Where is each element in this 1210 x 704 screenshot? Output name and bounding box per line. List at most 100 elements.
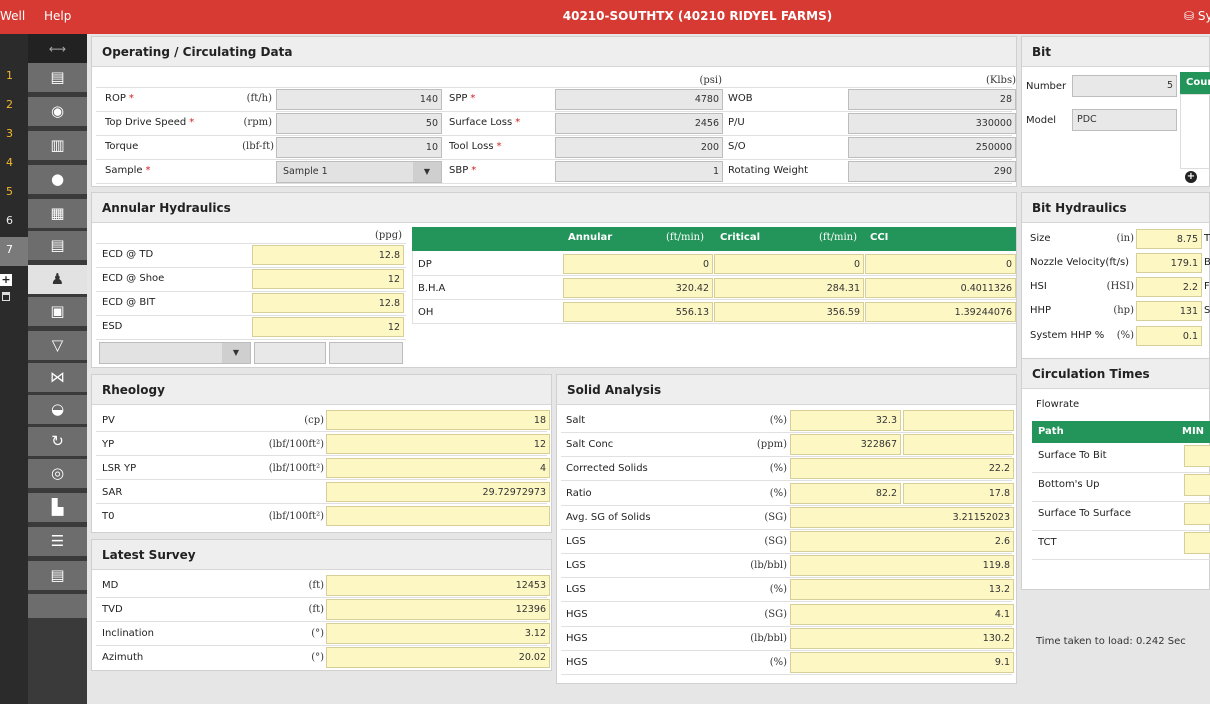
yp-input[interactable]: 12 (326, 434, 550, 454)
top-drive-speed-input[interactable]: 50 (276, 113, 442, 134)
sa-row-input[interactable]: 3.21152023 (790, 506, 1014, 528)
tct-input[interactable] (1184, 532, 1210, 554)
row-divider (96, 315, 406, 316)
rop-input[interactable]: 140 (276, 89, 442, 110)
operating-circulating-panel: Operating / Circulating Data (psi) (Klbs… (91, 36, 1017, 187)
inclination-input[interactable]: 3.12 (326, 623, 550, 644)
sar-input[interactable]: 29.72972973 (326, 482, 550, 502)
ecd-shoe-input[interactable]: 12 (252, 269, 404, 289)
step-5[interactable]: 5 (0, 179, 28, 208)
torque-input[interactable]: 10 (276, 137, 442, 158)
sa-row-label: Corrected Solids (566, 463, 648, 475)
ah-extra-input-2[interactable] (329, 342, 403, 364)
collapse-resize-icon[interactable]: ⟷ (28, 34, 87, 63)
surface-to-bit-input[interactable] (1184, 445, 1210, 467)
hydraulics-icon[interactable]: ♟ (28, 265, 87, 294)
report-icon[interactable]: ▤ (28, 231, 87, 260)
size-input[interactable]: 8.75 (1136, 229, 1202, 249)
sample-select[interactable]: Sample 1 ▼ (276, 161, 442, 183)
hsi-input[interactable]: 2.2 (1136, 277, 1202, 297)
count-tab[interactable]: Coun (1180, 72, 1210, 94)
add-circle-icon[interactable]: + (1185, 171, 1197, 183)
sa-row-input-2[interactable]: 17.8 (903, 482, 1014, 504)
sa-row-input-1[interactable]: 82.2 (790, 482, 901, 504)
form-icon[interactable]: ▤ (28, 561, 87, 590)
dp-critical[interactable]: 0 (714, 254, 864, 274)
sa-row-input[interactable]: 13.2 (790, 579, 1014, 601)
sa-row-label: HGS (566, 608, 588, 620)
tool-loss-input[interactable]: 200 (555, 137, 723, 158)
compass-icon[interactable]: ● (28, 165, 87, 194)
step-3[interactable]: 3 (0, 121, 28, 150)
bottoms-up-input[interactable] (1184, 474, 1210, 496)
tvd-input[interactable]: 12396 (326, 599, 550, 620)
clipboard-icon[interactable]: ▣ (28, 297, 87, 326)
bha-critical[interactable]: 284.31 (714, 278, 864, 298)
sa-row-input[interactable]: 130.2 (790, 627, 1014, 649)
nozzle-velocity-input[interactable]: 179.1 (1136, 253, 1202, 273)
list-icon[interactable]: ☰ (28, 527, 87, 556)
spp-input[interactable]: 4780 (555, 89, 723, 110)
sa-row-input-1[interactable]: 322867 (790, 434, 901, 456)
oh-critical[interactable]: 356.59 (714, 302, 864, 322)
ecd-td-input[interactable]: 12.8 (252, 245, 404, 265)
critical-unit: (ft/min) (819, 232, 858, 243)
bha-annular[interactable]: 320.42 (563, 278, 713, 298)
bar-chart-icon[interactable]: ▙ (28, 493, 87, 522)
rotating-weight-input[interactable]: 290 (848, 161, 1016, 182)
drill-bit-icon[interactable]: ◉ (28, 97, 87, 126)
sa-row-input-1[interactable]: 32.3 (790, 410, 901, 431)
surface-to-surface-input[interactable] (1184, 503, 1210, 525)
t0-input[interactable] (326, 506, 550, 526)
map-icon[interactable]: ▦ (28, 199, 87, 228)
hsi-unit: (HSI) (1106, 281, 1134, 292)
sa-row-input[interactable]: 4.1 (790, 603, 1014, 625)
step-1[interactable]: 1 (0, 63, 28, 92)
refresh-icon[interactable]: ↻ (28, 427, 87, 456)
table-icon[interactable]: ▥ (28, 131, 87, 160)
azimuth-input[interactable]: 20.02 (326, 647, 550, 668)
bit-number-input[interactable]: 5 (1072, 75, 1177, 97)
lsr-yp-input[interactable]: 4 (326, 458, 550, 478)
sa-row-label: Salt Conc (566, 439, 614, 451)
system-hhp-input[interactable]: 0.1 (1136, 326, 1202, 346)
step-4[interactable]: 4 (0, 150, 28, 179)
sbp-input[interactable]: 1 (555, 161, 723, 182)
wob-input[interactable]: 28 (848, 89, 1016, 110)
ah-select[interactable]: ▼ (99, 342, 251, 364)
critical-header: Critical (720, 232, 761, 243)
bha-cci[interactable]: 0.4011326 (865, 278, 1016, 298)
oh-cci[interactable]: 1.39244076 (865, 302, 1016, 322)
hhp-input[interactable]: 131 (1136, 301, 1202, 321)
cup-icon[interactable]: ▽ (28, 331, 87, 360)
add-icon[interactable]: + (0, 274, 12, 286)
bit-model-input[interactable]: PDC (1072, 109, 1177, 131)
so-input[interactable]: 250000 (848, 137, 1016, 158)
sample-label-text: Sample (105, 165, 143, 176)
target-icon[interactable]: ◎ (28, 459, 87, 488)
sa-row-input-2[interactable] (903, 434, 1014, 456)
ecd-bit-input[interactable]: 12.8 (252, 293, 404, 313)
trash-icon[interactable] (2, 292, 10, 301)
step-2[interactable]: 2 (0, 92, 28, 121)
oh-annular[interactable]: 556.13 (563, 302, 713, 322)
esd-input[interactable]: 12 (252, 317, 404, 337)
surface-loss-input[interactable]: 2456 (555, 113, 723, 134)
sa-row-input[interactable]: 22.2 (790, 458, 1014, 480)
pu-input[interactable]: 330000 (848, 113, 1016, 134)
step-7[interactable]: 7 (0, 237, 28, 266)
sa-row-input[interactable]: 119.8 (790, 555, 1014, 577)
document-icon[interactable]: ▤ (28, 63, 87, 92)
helmet-icon[interactable]: ◒ (28, 395, 87, 424)
pv-input[interactable]: 18 (326, 410, 550, 430)
md-input[interactable]: 12453 (326, 575, 550, 596)
step-6[interactable]: 6 (0, 208, 28, 237)
chart-icon[interactable]: ⋈ (28, 363, 87, 392)
sa-row-input[interactable]: 9.1 (790, 652, 1014, 673)
dp-cci[interactable]: 0 (865, 254, 1016, 274)
sa-row-input[interactable]: 2.6 (790, 531, 1014, 552)
dp-annular[interactable]: 0 (563, 254, 713, 274)
sa-row-input-2[interactable] (903, 410, 1014, 431)
system-menu[interactable]: ⛁ Sy (1184, 9, 1210, 23)
ah-extra-input-1[interactable] (254, 342, 326, 364)
